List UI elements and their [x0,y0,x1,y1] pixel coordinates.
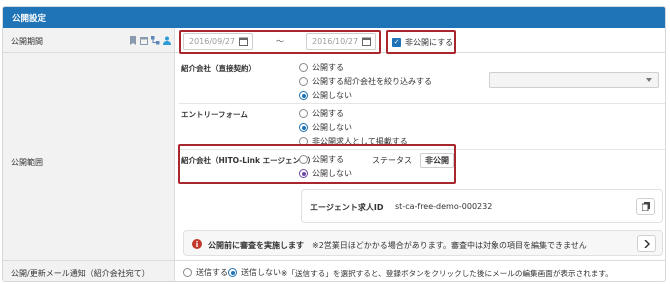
option-label: 公開する [312,63,344,72]
mail-note: ※「送信する」を選択すると、登録ボタンをクリックした後にメールの編集画面が表示さ… [281,269,613,278]
option-label: 公開しない [312,123,352,132]
radio-button[interactable] [299,77,308,86]
calendar-icon[interactable] [362,37,371,46]
mail-option-send[interactable]: 送信する [183,267,228,278]
row-divider [3,260,665,261]
copy-icon [641,202,650,211]
direct-company-title: 紹介会社（直接契約） [181,64,256,73]
entry-form-title: エントリーフォーム [181,110,248,119]
option-label: 公開しない [312,169,352,178]
review-detail-button[interactable] [637,235,656,252]
review-notice-title: 公開前に審査を実施します [208,241,304,250]
chevron-right-icon [643,239,650,248]
agent-job-id-label: エージェント求人ID [310,203,384,212]
info-icon [192,239,202,249]
agent-job-id-value: st-ca-free-demo-000232 [395,202,493,211]
radio-button[interactable] [183,268,192,277]
agent-job-id-box: エージェント求人ID st-ca-free-demo-000232 [301,189,663,223]
section-header: 公開設定 [3,7,665,28]
calendar-icon[interactable] [140,36,148,45]
start-date-input[interactable]: 2016/09/27 [183,33,253,50]
review-notice-text: ※2営業日ほどかかる場合があります。審査中は対象の項目を編集できません [312,241,587,250]
hito-status: ステータス 非公開 [372,153,454,168]
direct-option-publish[interactable]: 公開する [299,62,344,73]
radio-button-selected[interactable] [299,169,308,178]
check-icon[interactable]: ✓ [392,38,401,47]
publish-settings-panel: 公開設定 公開期間 2016/09/27 〜 2016/10/27 ✓ 非公開に… [2,6,666,282]
chevron-down-icon [646,78,652,82]
radio-button-selected[interactable] [299,123,308,132]
mail-option-nosend[interactable]: 送信しない [228,267,281,278]
entry-option-private[interactable]: 公開しない [299,122,352,133]
radio-button-selected[interactable] [228,268,237,277]
direct-option-filter[interactable]: 公開する紹介会社を絞り込みする [299,76,432,87]
radio-button[interactable] [299,63,308,72]
radio-button[interactable] [299,155,308,164]
bookmark-icon[interactable] [129,36,137,45]
entry-option-publish[interactable]: 公開する [299,108,344,119]
label-column [3,28,175,281]
person-icon[interactable] [163,36,171,45]
status-badge: 非公開 [420,153,454,168]
section-title: 公開設定 [12,14,47,24]
period-icons [129,36,171,45]
hito-link-title: 紹介会社（HITO-Link エージェント） [181,156,315,165]
network-icon[interactable] [151,36,160,45]
private-checkbox-label: 非公開にする [405,38,454,47]
radio-button[interactable] [299,109,308,118]
scope-label: 公開範囲 [11,158,43,167]
review-notice: 公開前に審査を実施します ※2営業日ほどかかる場合があります。審査中は対象の項目… [183,230,663,256]
status-label: ステータス [372,156,412,165]
range-separator: 〜 [276,37,284,46]
private-checkbox[interactable]: ✓ 非公開にする [392,37,453,48]
calendar-icon[interactable] [239,37,248,46]
copy-button[interactable] [636,198,655,215]
option-label: 公開する [312,109,344,118]
start-date-text: 2016/09/27 [189,37,236,46]
option-label: 公開する [312,155,344,164]
option-label: 公開する紹介会社を絞り込みする [312,77,432,86]
option-label: 送信しない [241,268,281,277]
hito-option-private[interactable]: 公開しない [299,168,352,179]
period-label: 公開期間 [11,37,43,46]
direct-option-private[interactable]: 公開しない [299,90,352,101]
sub-divider [179,103,665,104]
option-label: 公開しない [312,91,352,100]
company-filter-select[interactable] [489,72,659,88]
end-date-text: 2016/10/27 [312,37,359,46]
mail-label: 公開/更新メール通知（紹介会社宛て） [11,269,150,278]
radio-button-selected[interactable] [299,91,308,100]
end-date-input[interactable]: 2016/10/27 [306,33,376,50]
hito-option-publish[interactable]: 公開する [299,154,344,165]
option-label: 送信する [196,268,228,277]
